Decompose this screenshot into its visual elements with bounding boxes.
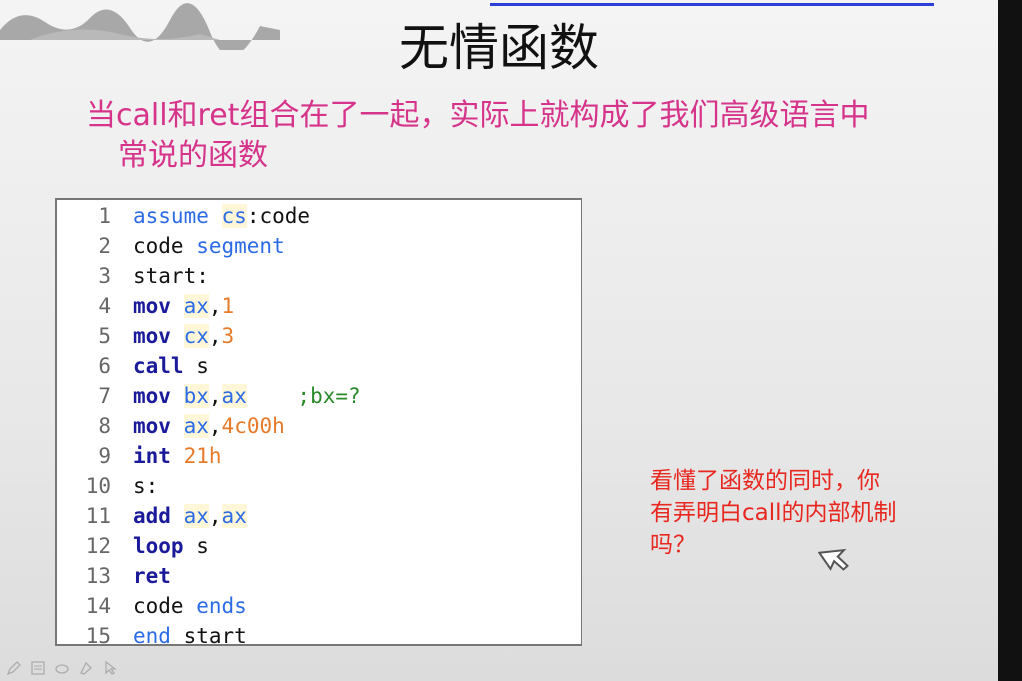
code-token: start: (133, 264, 209, 288)
code-token: :code (246, 204, 311, 228)
code-token: mov (133, 324, 171, 348)
code-token: loop (133, 534, 184, 558)
code-token: , (208, 384, 222, 408)
code-line: 12 loop s (57, 531, 209, 561)
code-line: 3 start: (57, 261, 209, 291)
code-token: 1 (221, 294, 235, 318)
code-line: 8 mov ax,4c00h (57, 411, 285, 441)
mouse-pointer-icon (818, 548, 849, 571)
note-line-3: 吗？ (650, 532, 696, 558)
code-token: code (133, 234, 197, 258)
line-number: 13 (85, 564, 111, 588)
line-number: 6 (98, 354, 111, 378)
code-token: mov (133, 384, 171, 408)
code-token: , (208, 294, 222, 318)
pointer-icon[interactable] (102, 660, 118, 676)
presentation-toolbar (6, 660, 118, 676)
subtitle-line-1: 当call和ret组合在了一起，实际上就构成了我们高级语言中 (86, 98, 870, 133)
line-number: 12 (85, 534, 111, 558)
code-token: 21h (183, 444, 222, 468)
line-number: 9 (98, 444, 111, 468)
slides-icon[interactable] (30, 660, 46, 676)
line-number: 15 (85, 624, 111, 648)
code-line: 10 s: (57, 471, 159, 501)
code-token: ax (221, 504, 247, 528)
window-edge (998, 0, 1022, 681)
code-token: assume (133, 204, 209, 228)
subtitle-line-2: 常说的函数 (118, 138, 268, 173)
code-token: , (208, 324, 222, 348)
code-token: mov (133, 294, 171, 318)
note-text: 看懂了函数的同时，你 有弄明白call的内部机制 吗？ (650, 465, 950, 561)
line-number: 3 (98, 264, 111, 288)
code-token: 3 (221, 324, 235, 348)
line-number: 10 (85, 474, 111, 498)
slide-subtitle: 当call和ret组合在了一起，实际上就构成了我们高级语言中 常说的函数 (86, 96, 946, 176)
line-number: 2 (98, 234, 111, 258)
code-token: , (208, 504, 222, 528)
code-token: 4c00h (221, 414, 285, 438)
code-line: 1 assume cs:code (57, 201, 310, 231)
code-line: 5 mov cx,3 (57, 321, 234, 351)
code-line: 13 ret (57, 561, 171, 591)
code-token: call (133, 354, 184, 378)
code-line: 4 mov ax,1 (57, 291, 234, 321)
code-token: s: (133, 474, 159, 498)
code-token: start (170, 624, 247, 648)
code-line: 6 call s (57, 351, 209, 381)
slide: 无情函数 当call和ret组合在了一起，实际上就构成了我们高级语言中 常说的函… (0, 0, 998, 681)
code-line: 15 end start (57, 621, 247, 651)
line-number: 7 (98, 384, 111, 408)
code-token: mov (133, 414, 171, 438)
line-number: 14 (85, 594, 111, 618)
code-token: end (133, 624, 171, 648)
pen-icon[interactable] (6, 660, 22, 676)
code-token: cs (221, 204, 247, 228)
code-listing: 1 assume cs:code 2 code segment 3 start: 4 mov … (55, 198, 582, 648)
code-line: 9 int 21h (57, 441, 222, 471)
code-token: ax (183, 294, 209, 318)
code-token: ax (183, 414, 209, 438)
code-token: segment (196, 234, 285, 258)
line-number: 8 (98, 414, 111, 438)
code-token: ret (133, 564, 171, 588)
line-number: 4 (98, 294, 111, 318)
note-line-2: 有弄明白call的内部机制 (650, 500, 897, 526)
code-token: ;bx=? (297, 384, 361, 408)
code-line: 2 code segment (57, 231, 285, 261)
code-token: ends (196, 594, 247, 618)
code-token: ax (183, 504, 209, 528)
code-token: s (183, 534, 209, 558)
code-token: , (208, 414, 222, 438)
highlighter-icon[interactable] (78, 660, 94, 676)
accent-line (490, 3, 934, 6)
code-line: 11 add ax,ax (57, 501, 247, 531)
code-token: s (183, 354, 209, 378)
code-token: add (133, 504, 171, 528)
code-token: bx (183, 384, 209, 408)
line-number: 5 (98, 324, 111, 348)
code-token: code (133, 594, 197, 618)
note-line-1: 看懂了函数的同时，你 (650, 468, 880, 494)
code-token: cx (183, 324, 209, 348)
code-line: 14 code ends (57, 591, 247, 621)
line-number: 11 (85, 504, 111, 528)
code-token: int (133, 444, 171, 468)
code-token: ax (221, 384, 247, 408)
eraser-icon[interactable] (54, 660, 70, 676)
line-number: 1 (98, 204, 111, 228)
slide-title: 无情函数 (399, 19, 599, 77)
code-line: 7 mov bx,ax ;bx=? (57, 381, 361, 411)
